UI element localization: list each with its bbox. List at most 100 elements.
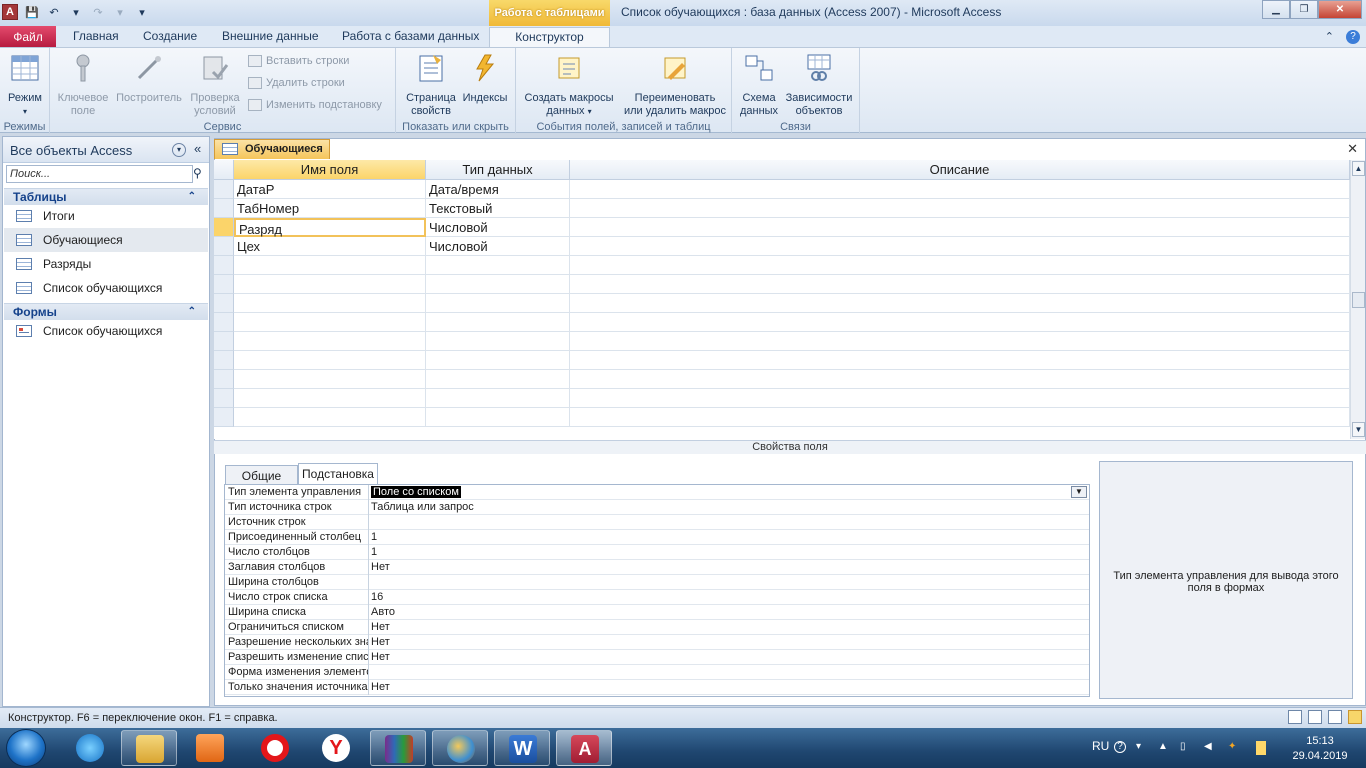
property-value[interactable]: 1 bbox=[371, 531, 377, 543]
property-value-selected[interactable]: Поле со списком bbox=[371, 486, 461, 498]
description-cell[interactable] bbox=[570, 370, 1350, 389]
builder-button[interactable]: Построитель bbox=[114, 52, 184, 105]
taskbar-winrar-icon[interactable] bbox=[370, 730, 426, 766]
rename-delete-macro-button[interactable]: Переименовать или удалить макрос bbox=[620, 52, 730, 118]
property-row[interactable]: Ширина столбцов bbox=[225, 575, 1089, 590]
description-cell[interactable] bbox=[570, 256, 1350, 275]
view-button[interactable]: Режим ▾ bbox=[5, 52, 45, 118]
save-icon[interactable]: 💾 bbox=[24, 4, 40, 20]
datasheet-view-icon[interactable] bbox=[1288, 710, 1302, 724]
modify-lookups-button[interactable]: Изменить подстановку bbox=[248, 99, 382, 111]
data-type-cell[interactable] bbox=[426, 294, 570, 313]
nav-item-spisok-table[interactable]: Список обучающихся bbox=[4, 276, 208, 300]
row-selector[interactable] bbox=[214, 389, 234, 408]
combo-dropdown-icon[interactable]: ▼ bbox=[1071, 486, 1087, 498]
field-name-cell[interactable] bbox=[234, 408, 426, 427]
property-value[interactable]: Нет bbox=[371, 561, 390, 573]
field-name-cell[interactable]: ТабНомер bbox=[234, 199, 426, 218]
field-name-cell[interactable] bbox=[234, 294, 426, 313]
property-row[interactable]: Разрешение нескольких значенийНет bbox=[225, 635, 1089, 650]
description-cell[interactable] bbox=[570, 275, 1350, 294]
property-row[interactable]: Тип источника строк Таблица или запрос bbox=[225, 500, 1089, 515]
tab-home[interactable]: Главная bbox=[67, 27, 125, 48]
data-type-cell[interactable]: Числовой bbox=[426, 218, 570, 237]
field-name-cell[interactable] bbox=[234, 389, 426, 408]
nav-item-obuchayushchiesya[interactable]: Обучающиеся bbox=[4, 228, 208, 252]
row-selector[interactable] bbox=[214, 370, 234, 389]
property-value[interactable]: Таблица или запрос bbox=[371, 501, 474, 513]
data-type-cell[interactable] bbox=[426, 332, 570, 351]
object-dependencies-button[interactable]: Зависимости объектов bbox=[782, 52, 856, 118]
tab-external-data[interactable]: Внешние данные bbox=[216, 27, 325, 48]
property-value[interactable]: Нет bbox=[371, 651, 390, 663]
tab-general[interactable]: Общие bbox=[225, 465, 298, 486]
minimize-ribbon-icon[interactable]: ⌃ bbox=[1325, 30, 1334, 44]
tab-create[interactable]: Создание bbox=[137, 27, 203, 48]
property-row[interactable]: Число столбцов 1 bbox=[225, 545, 1089, 560]
delete-rows-button[interactable]: Удалить строки bbox=[248, 77, 345, 89]
taskbar-access-icon[interactable]: A bbox=[556, 730, 612, 766]
undo-dropdown-icon[interactable]: ▾ bbox=[68, 4, 84, 20]
data-type-cell[interactable] bbox=[426, 370, 570, 389]
field-name-cell[interactable]: ДатаР bbox=[234, 180, 426, 199]
nav-item-spisok-form[interactable]: Список обучающихся bbox=[4, 319, 208, 343]
primary-key-button[interactable]: Ключевое поле bbox=[54, 52, 112, 118]
insert-rows-button[interactable]: Вставить строки bbox=[248, 55, 349, 67]
row-selector[interactable] bbox=[214, 351, 234, 370]
row-selector[interactable] bbox=[214, 237, 234, 256]
field-name-cell[interactable] bbox=[234, 256, 426, 275]
property-value[interactable]: 1 bbox=[371, 546, 377, 558]
row-selector[interactable] bbox=[214, 408, 234, 427]
data-type-cell[interactable]: Дата/время bbox=[426, 180, 570, 199]
scroll-up-icon[interactable]: ▲ bbox=[1352, 161, 1365, 176]
description-cell[interactable] bbox=[570, 332, 1350, 351]
property-row[interactable]: Разрешить изменение списка значенийНет bbox=[225, 650, 1089, 665]
design-view-icon[interactable] bbox=[1348, 710, 1362, 724]
property-row[interactable]: Ограничиться списком Нет bbox=[225, 620, 1089, 635]
pivotchart-view-icon[interactable] bbox=[1328, 710, 1342, 724]
test-validation-button[interactable]: Проверка условий bbox=[186, 52, 244, 118]
network-icon[interactable]: ✦ bbox=[1228, 741, 1240, 753]
property-row[interactable]: Ширина списка Авто bbox=[225, 605, 1089, 620]
taskbar-yandex-icon[interactable]: Y bbox=[308, 730, 364, 766]
pivottable-view-icon[interactable] bbox=[1308, 710, 1322, 724]
collapse-group-icon[interactable]: ⌃ bbox=[188, 189, 196, 205]
field-name-cell[interactable] bbox=[234, 313, 426, 332]
property-row[interactable]: Заглавия столбцов Нет bbox=[225, 560, 1089, 575]
field-name-cell[interactable] bbox=[234, 275, 426, 294]
row-selector[interactable] bbox=[214, 294, 234, 313]
scroll-down-icon[interactable]: ▼ bbox=[1352, 422, 1365, 437]
data-type-cell[interactable] bbox=[426, 389, 570, 408]
taskbar-ie-icon[interactable] bbox=[62, 730, 118, 766]
tab-lookup[interactable]: Подстановка bbox=[298, 463, 378, 484]
indexes-button[interactable]: Индексы bbox=[460, 52, 510, 105]
search-icon[interactable]: ⚲ bbox=[193, 166, 202, 180]
minimize-button[interactable]: ▁ bbox=[1262, 0, 1290, 19]
property-value[interactable]: Авто bbox=[371, 606, 395, 618]
property-value[interactable]: Нет bbox=[371, 681, 390, 693]
data-type-cell[interactable]: Числовой bbox=[426, 237, 570, 256]
description-cell[interactable] bbox=[570, 294, 1350, 313]
nav-collapse-icon[interactable]: « bbox=[194, 141, 201, 156]
scroll-thumb[interactable] bbox=[1352, 292, 1365, 308]
property-row[interactable]: Форма изменения элементов списка bbox=[225, 665, 1089, 680]
property-value[interactable]: Нет bbox=[371, 636, 390, 648]
start-button-icon[interactable] bbox=[6, 729, 46, 767]
nav-item-razryady[interactable]: Разряды bbox=[4, 252, 208, 276]
field-name-cell[interactable]: Цех bbox=[234, 237, 426, 256]
row-selector[interactable] bbox=[214, 275, 234, 294]
show-hidden-icons-icon[interactable]: ▲ bbox=[1158, 741, 1170, 753]
field-name-cell[interactable] bbox=[234, 332, 426, 351]
tab-design[interactable]: Конструктор bbox=[489, 27, 610, 48]
tab-file[interactable]: Файл bbox=[0, 26, 56, 48]
undo-icon[interactable]: ↶ bbox=[46, 4, 62, 20]
row-selector[interactable] bbox=[214, 332, 234, 351]
nav-search-input[interactable]: Поиск... bbox=[6, 165, 193, 183]
clock[interactable]: 15:13 29.04.2019 bbox=[1283, 734, 1357, 764]
close-document-icon[interactable]: ✕ bbox=[1347, 141, 1358, 157]
row-selector[interactable] bbox=[214, 313, 234, 332]
nav-header[interactable]: Все объекты Access ▾ « bbox=[3, 137, 209, 163]
volume-icon[interactable]: ◀ bbox=[1204, 741, 1216, 753]
description-cell[interactable] bbox=[570, 199, 1350, 218]
nav-item-itogi[interactable]: Итоги bbox=[4, 204, 208, 228]
